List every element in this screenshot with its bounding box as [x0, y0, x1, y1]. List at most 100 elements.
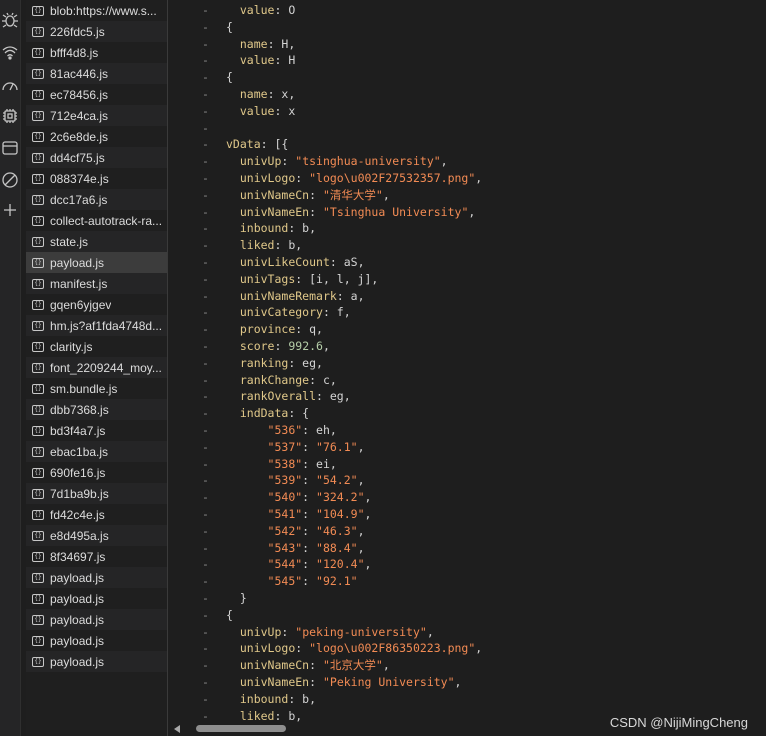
file-item[interactable]: {} ec78456.js [26, 84, 167, 105]
block-icon[interactable] [0, 168, 20, 192]
code-token: , [475, 641, 483, 656]
chip-icon[interactable] [0, 104, 20, 128]
file-item[interactable]: {} 7d1ba9b.js [26, 483, 167, 504]
file-item[interactable]: {} payload.js [26, 609, 167, 630]
code-token: "88.4" [316, 540, 358, 555]
scroll-left-icon[interactable] [174, 725, 180, 733]
code-token: province [239, 322, 296, 337]
code-line: - value: O [168, 2, 295, 19]
code-line: - [168, 120, 226, 137]
script-file-icon: {} [32, 425, 44, 436]
code-token: univNameEn [239, 204, 310, 219]
code-token: , [364, 507, 372, 521]
code-line: - vData: [{ [168, 136, 288, 153]
diff-gutter-mark: - [202, 708, 209, 722]
file-name: font_2209244_moy... [50, 360, 162, 375]
bug-icon[interactable] [0, 8, 20, 32]
script-file-icon: {} [32, 593, 44, 604]
file-item[interactable]: {} bfff4d8.js [26, 42, 167, 63]
code-token: : [302, 557, 317, 572]
file-item[interactable]: {} fd42c4e.js [26, 504, 167, 525]
code-token: inbound [239, 691, 289, 706]
file-name: 81ac446.js [50, 66, 109, 81]
plus-icon[interactable] [0, 198, 20, 222]
code-token: : b, [288, 221, 317, 236]
diff-gutter-mark: - [202, 238, 209, 253]
diff-gutter-mark: - [202, 53, 209, 68]
diff-gutter-mark: - [202, 3, 209, 17]
file-item[interactable]: {} 088374e.js [26, 168, 167, 189]
diff-gutter-mark: - [202, 641, 209, 656]
code-token: univNameCn [239, 658, 310, 673]
file-item[interactable]: {} state.js [26, 231, 167, 252]
code-token: , [357, 439, 365, 454]
code-token: : aS, [329, 255, 365, 269]
file-item[interactable]: {} dcc17a6.js [26, 189, 167, 210]
code-line: - "543": "88.4", [168, 540, 365, 557]
file-item[interactable]: {} gqen6yjgev [26, 294, 167, 315]
code-token: , [364, 490, 372, 505]
code-token: "120.4" [316, 557, 365, 572]
file-name: payload.js [50, 570, 105, 585]
script-file-icon: {} [32, 614, 44, 625]
file-item[interactable]: {} payload.js [26, 651, 167, 672]
file-item[interactable]: {} ebac1ba.js [26, 441, 167, 462]
file-item[interactable]: {} 81ac446.js [26, 63, 167, 84]
code-token: : [281, 624, 296, 639]
file-item[interactable]: {} blob:https://www.s... [26, 0, 167, 21]
file-name: gqen6yjgev [50, 297, 112, 312]
code-line: - univLogo: "logo\u002F86350223.png", [168, 640, 482, 657]
code-token: : [302, 523, 317, 538]
file-item[interactable]: {} hm.js?af1fda4748d... [26, 315, 167, 336]
file-item[interactable]: {} font_2209244_moy... [26, 357, 167, 378]
file-item[interactable]: {} bd3f4a7.js [26, 420, 167, 441]
window-icon[interactable] [0, 136, 20, 160]
file-item[interactable]: {} 2c6e8de.js [26, 126, 167, 147]
gauge-icon[interactable] [0, 74, 20, 98]
code-line: - inbound: b, [168, 691, 316, 708]
scrollbar-thumb[interactable] [196, 725, 286, 732]
file-item[interactable]: {} manifest.js [26, 273, 167, 294]
file-name: collect-autotrack-ra... [50, 213, 163, 228]
file-item[interactable]: {} 712e4ca.js [26, 105, 167, 126]
code-line: - "545": "92.1" [168, 573, 358, 590]
script-file-icon: {} [32, 68, 44, 79]
file-item[interactable]: {} dbb7368.js [26, 399, 167, 420]
diff-gutter-mark: - [202, 36, 209, 51]
script-file-icon: {} [32, 278, 44, 289]
file-item[interactable]: {} collect-autotrack-ra... [26, 210, 167, 231]
code-token: univNameRemark [239, 288, 337, 303]
file-item[interactable]: {} clarity.js [26, 336, 167, 357]
diff-gutter-mark: - [202, 322, 209, 337]
file-item[interactable]: {} payload.js [26, 567, 167, 588]
code-token: univLogo [239, 171, 296, 185]
file-name: payload.js [50, 633, 105, 648]
file-item[interactable]: {} dd4cf75.js [26, 147, 167, 168]
file-item[interactable]: {} payload.js [26, 588, 167, 609]
code-viewer[interactable]: - value: O -{- name: H, - value: H -{- name… [168, 0, 766, 722]
wifi-icon[interactable] [0, 40, 20, 64]
code-token: "北京大学" [322, 658, 383, 673]
code-token: name [239, 87, 268, 101]
file-item[interactable]: {} 226fdc5.js [26, 21, 167, 42]
file-item[interactable]: {} sm.bundle.js [26, 378, 167, 399]
file-item[interactable]: {} payload.js [26, 630, 167, 651]
code-token: } [226, 591, 247, 605]
file-item[interactable]: {} 690fe16.js [26, 462, 167, 483]
code-token: univTags [239, 271, 296, 286]
file-item[interactable]: {} e8d495a.js [26, 525, 167, 546]
file-item[interactable]: {} 8f34697.js [26, 546, 167, 567]
file-item[interactable]: {} payload.js [26, 252, 167, 273]
code-token: liked [239, 238, 275, 253]
